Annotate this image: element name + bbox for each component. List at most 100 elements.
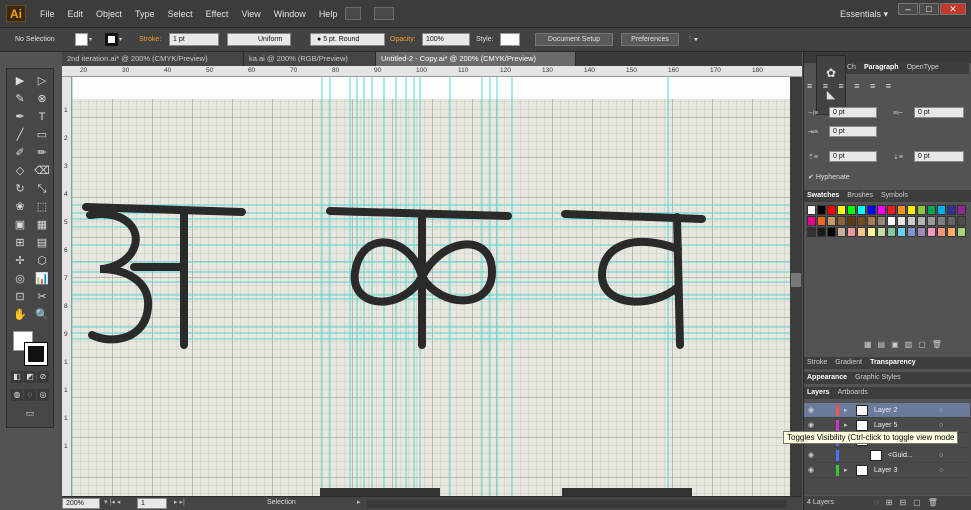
color-swatch[interactable] — [937, 227, 946, 237]
draw-behind-icon[interactable]: ◌ — [24, 389, 36, 401]
screen-mode-icon[interactable]: ▭ — [22, 407, 38, 419]
gradient-tool-icon[interactable]: ▤ — [33, 235, 51, 252]
color-swatch[interactable] — [837, 227, 846, 237]
first-line-indent-field[interactable]: 0 pt — [829, 126, 877, 137]
color-swatch[interactable] — [957, 227, 966, 237]
menu-help[interactable]: Help — [319, 9, 338, 19]
color-swatch[interactable] — [867, 227, 876, 237]
color-swatch[interactable] — [957, 205, 966, 215]
preferences-button[interactable]: Preferences — [621, 33, 679, 46]
rectangle-tool-icon[interactable]: ▭ — [33, 127, 51, 144]
pen-tool-icon[interactable]: ✒ — [11, 109, 29, 126]
free-transform-tool-icon[interactable]: ⬚ — [33, 199, 51, 216]
fill-dropdown-icon[interactable]: ▾ — [89, 36, 92, 43]
color-swatch[interactable] — [927, 216, 936, 226]
shape-builder-tool-icon[interactable]: ▣ — [11, 217, 29, 234]
magic-wand-tool-icon[interactable]: ✎ — [11, 91, 29, 108]
color-swatch[interactable] — [897, 205, 906, 215]
left-indent-field[interactable]: 0 pt — [829, 107, 877, 118]
color-swatch[interactable] — [847, 205, 856, 215]
document-setup-button[interactable]: Document Setup — [535, 33, 613, 46]
blob-brush-tool-icon[interactable]: ◇ — [11, 163, 29, 180]
tab-gradient[interactable]: Gradient — [835, 357, 862, 369]
align-options-icon[interactable]: ⫶ ▾ — [689, 34, 698, 45]
color-swatch[interactable] — [907, 216, 916, 226]
layer-row[interactable]: ◉ ▸ Layer 3 ○ — [804, 463, 970, 478]
tab-opentype[interactable]: OpenType — [907, 62, 939, 74]
color-swatch[interactable] — [847, 216, 856, 226]
menu-object[interactable]: Object — [96, 9, 122, 19]
color-swatch[interactable] — [927, 227, 936, 237]
zoom-field[interactable]: 200% — [62, 498, 100, 509]
perspective-grid-tool-icon[interactable]: ▦ — [33, 217, 51, 234]
color-swatch[interactable] — [937, 216, 946, 226]
gradient-mode-icon[interactable]: ◩ — [24, 371, 36, 383]
color-swatch[interactable] — [837, 205, 846, 215]
tab-transparency[interactable]: Transparency — [870, 357, 916, 369]
next-artboard-icon[interactable]: ▸ ▸| — [174, 498, 185, 506]
color-swatch[interactable] — [857, 216, 866, 226]
stroke-dropdown-icon[interactable]: ▾ — [119, 36, 122, 43]
scale-tool-icon[interactable]: ⤡ — [33, 181, 51, 198]
stroke-weight-field[interactable]: 1 pt — [169, 33, 219, 46]
symbol-sprayer-tool-icon[interactable]: ◎ — [11, 271, 29, 288]
pencil-tool-icon[interactable]: ✏ — [33, 145, 51, 162]
color-swatch[interactable] — [917, 227, 926, 237]
color-swatch[interactable] — [947, 216, 956, 226]
stroke-label[interactable]: Stroke: — [139, 36, 161, 43]
menu-view[interactable]: View — [241, 9, 260, 19]
width-tool-icon[interactable]: ❀ — [11, 199, 29, 216]
zoom-tool-icon[interactable]: 🔍 — [33, 307, 51, 324]
space-after-field[interactable]: 0 pt — [914, 151, 964, 162]
color-swatch[interactable] — [827, 227, 836, 237]
tab-brushes[interactable]: Brushes — [847, 190, 873, 202]
fill-swatch[interactable] — [75, 33, 88, 46]
arrange-documents-icon[interactable] — [374, 7, 394, 20]
menu-type[interactable]: Type — [135, 9, 155, 19]
color-swatch[interactable] — [907, 227, 916, 237]
tab-character[interactable]: Ch — [847, 62, 856, 74]
selection-tool-icon[interactable]: ▶ — [11, 73, 29, 90]
none-mode-icon[interactable]: ⊘ — [37, 371, 49, 383]
color-swatch[interactable] — [807, 216, 816, 226]
hand-tool-icon[interactable]: ✋ — [11, 307, 29, 324]
color-swatch[interactable] — [917, 205, 926, 215]
color-swatch[interactable] — [807, 205, 816, 215]
color-swatch[interactable] — [947, 227, 956, 237]
column-graph-tool-icon[interactable]: 📊 — [33, 271, 51, 288]
visibility-eye-icon[interactable]: ◉ — [808, 463, 814, 478]
target-circle-icon[interactable]: ○ — [939, 448, 943, 463]
artboard-number-field[interactable]: 1 — [137, 498, 167, 509]
layer-row[interactable]: ◉ <Guid... ○ — [804, 448, 970, 463]
swatch-panel-buttons[interactable]: ▦▤▣▥▢🗑 — [864, 340, 948, 349]
symbol-sprayer-icon[interactable]: ✿ — [817, 66, 845, 80]
bridge-icon[interactable] — [345, 7, 361, 20]
layer-row[interactable]: ◉ ▸ Layer 2 ○ — [804, 403, 970, 418]
color-swatch[interactable] — [887, 205, 896, 215]
color-swatch[interactable] — [877, 205, 886, 215]
stroke-color-box[interactable] — [24, 342, 48, 366]
tab-graphic-styles[interactable]: Graphic Styles — [855, 372, 901, 384]
color-swatch[interactable] — [887, 216, 896, 226]
draw-inside-icon[interactable]: ◎ — [37, 389, 49, 401]
artboard-canvas[interactable] — [72, 77, 790, 496]
scrollbar-thumb[interactable] — [791, 273, 801, 287]
alignment-buttons[interactable]: ≡ ≡ ≡ ≡ ≡ ≡ — [807, 81, 969, 91]
color-swatch[interactable] — [827, 216, 836, 226]
color-swatch[interactable] — [887, 227, 896, 237]
color-swatch[interactable] — [827, 205, 836, 215]
tab-paragraph[interactable]: Paragraph — [864, 62, 899, 74]
tab-untitled-2-copy[interactable]: Untitled-2 - Copy.ai* @ 200% (CMYK/Previ… — [376, 52, 576, 66]
blend-tool-icon[interactable]: ⬡ — [33, 253, 51, 270]
minimize-button[interactable]: – — [898, 3, 918, 15]
line-tool-icon[interactable]: ╱ — [11, 127, 29, 144]
color-swatch[interactable] — [957, 216, 966, 226]
workspace-switcher[interactable]: Essentials ▾ — [840, 9, 888, 20]
right-indent-field[interactable]: 0 pt — [914, 107, 964, 118]
color-swatch[interactable] — [917, 216, 926, 226]
slice-tool-icon[interactable]: ✂ — [33, 289, 51, 306]
color-swatch[interactable] — [817, 216, 826, 226]
opacity-label[interactable]: Opacity: — [390, 36, 416, 43]
stroke-swatch[interactable] — [105, 33, 118, 46]
color-swatch[interactable] — [847, 227, 856, 237]
